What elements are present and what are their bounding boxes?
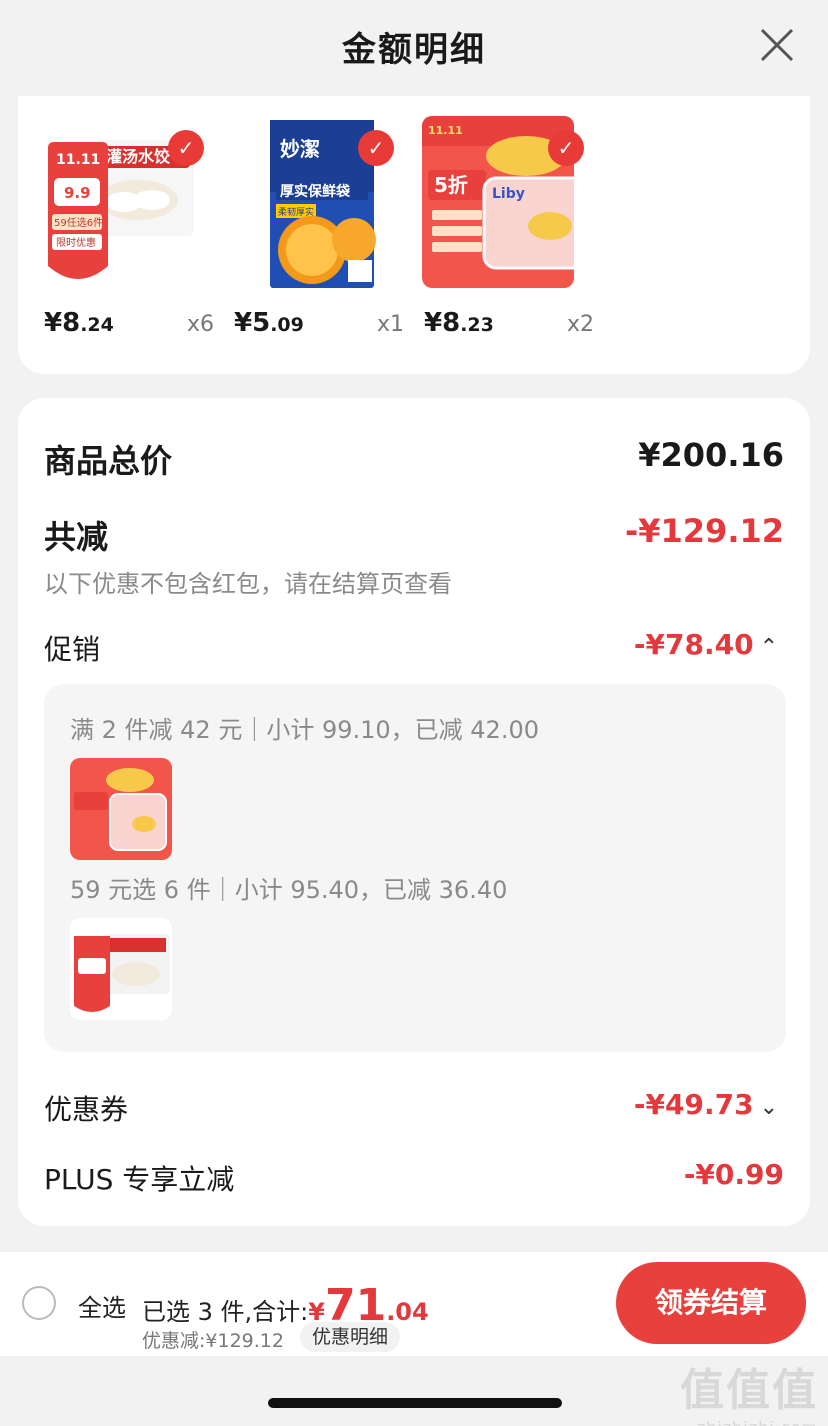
promotion-item-text: 59 元选 6 件｜小计 95.40，已减 36.40 bbox=[70, 876, 508, 904]
promotion-value: -¥78.40 bbox=[633, 628, 754, 661]
product-item[interactable]: 11.11 5折 Liby ✓ ¥8.23 x2 bbox=[398, 116, 594, 346]
close-icon[interactable] bbox=[760, 28, 794, 62]
promotion-item-thumbnail[interactable] bbox=[70, 918, 172, 1020]
total-reduction-value: -¥129.12 bbox=[624, 512, 784, 550]
chevron-up-icon[interactable]: ⌃ bbox=[760, 635, 778, 660]
select-all-label[interactable]: 全选 bbox=[78, 1288, 126, 1323]
reduction-note: 以下优惠不包含红包，请在结算页查看 bbox=[44, 570, 452, 598]
watermark-url: zhizhizhi.com bbox=[680, 1418, 818, 1426]
product-item[interactable]: 灌汤水饺 11.11 9.9 59任选6件 限时优惠 ✓ ¥8.24 x6 bbox=[18, 116, 214, 346]
price-tag-text: 9.9 bbox=[64, 184, 91, 202]
promo-badge-text: 11.11 bbox=[56, 152, 100, 168]
goods-total-label: 商品总价 bbox=[44, 442, 173, 480]
price-summary-card: 商品总价 ¥200.16 共减 -¥129.12 以下优惠不包含红包，请在结算页… bbox=[18, 398, 810, 1226]
select-all-radio[interactable] bbox=[22, 1286, 56, 1320]
home-indicator[interactable] bbox=[268, 1398, 562, 1408]
product-price: ¥8.24 bbox=[44, 308, 114, 338]
brand-text: Liby bbox=[492, 186, 525, 202]
selected-products-card: 灌汤水饺 11.11 9.9 59任选6件 限时优惠 ✓ ¥8.24 x6 妙潔… bbox=[18, 96, 810, 374]
discount-summary: 优惠减:¥129.12 bbox=[142, 1330, 284, 1352]
checkout-bar: 全选 已选 3 件,合计:¥71.04 优惠减:¥129.12 优惠明细 领券结… bbox=[0, 1252, 828, 1356]
selected-count-text: 已选 3 件,合计: bbox=[142, 1298, 309, 1326]
coupon-value: -¥49.73 bbox=[633, 1088, 754, 1121]
brand-text: 妙潔 bbox=[280, 137, 320, 161]
promo-badge-text: 11.11 bbox=[428, 124, 463, 137]
sheet-header: 金额明细 bbox=[0, 0, 828, 96]
plus-discount-label: PLUS 专享立减 bbox=[44, 1163, 235, 1196]
product-quantity: x2 bbox=[566, 312, 594, 337]
amount-detail-sheet: 金额明细 灌汤水饺 11.11 9.9 59任选6件 限时优惠 ✓ ¥8.24 … bbox=[0, 0, 828, 1426]
product-name-text: 厚实保鲜袋 bbox=[280, 183, 351, 200]
product-name-text: 5折 bbox=[434, 173, 468, 197]
total-reduction-label: 共减 bbox=[44, 518, 109, 556]
chevron-down-icon[interactable]: ⌄ bbox=[760, 1095, 778, 1120]
tag-text: 59任选6件 bbox=[54, 216, 103, 229]
discount-detail-button[interactable]: 优惠明细 bbox=[300, 1322, 401, 1352]
product-item[interactable]: 妙潔 厚实保鲜袋 柔韧厚实 ✓ ¥5.09 x1 bbox=[208, 116, 404, 346]
product-price: ¥5.09 bbox=[234, 308, 304, 338]
watermark-logo: 值值值 bbox=[680, 1365, 818, 1416]
product-price: ¥8.23 bbox=[424, 308, 494, 338]
watermark: 值值值 zhizhizhi.com bbox=[680, 1354, 818, 1426]
promotion-details: 满 2 件减 42 元｜小计 99.10，已减 42.00 59 元选 6 件｜… bbox=[44, 684, 786, 1052]
sheet-title: 金额明细 bbox=[342, 30, 486, 70]
promotion-item-thumbnail[interactable] bbox=[70, 758, 172, 860]
checkmark-icon[interactable]: ✓ bbox=[548, 130, 584, 166]
tag-text: 限时优惠 bbox=[56, 236, 96, 249]
promotion-label: 促销 bbox=[44, 633, 101, 666]
coupon-label: 优惠券 bbox=[44, 1093, 129, 1126]
checkout-button[interactable]: 领券结算 bbox=[616, 1262, 806, 1344]
promotion-item-text: 满 2 件减 42 元｜小计 99.10，已减 42.00 bbox=[70, 716, 539, 744]
checkmark-icon[interactable]: ✓ bbox=[358, 130, 394, 166]
goods-total-value: ¥200.16 bbox=[638, 436, 784, 474]
plus-discount-value: -¥0.99 bbox=[683, 1158, 784, 1191]
product-name-text: 灌汤水饺 bbox=[106, 147, 171, 166]
checkmark-icon[interactable]: ✓ bbox=[168, 130, 204, 166]
